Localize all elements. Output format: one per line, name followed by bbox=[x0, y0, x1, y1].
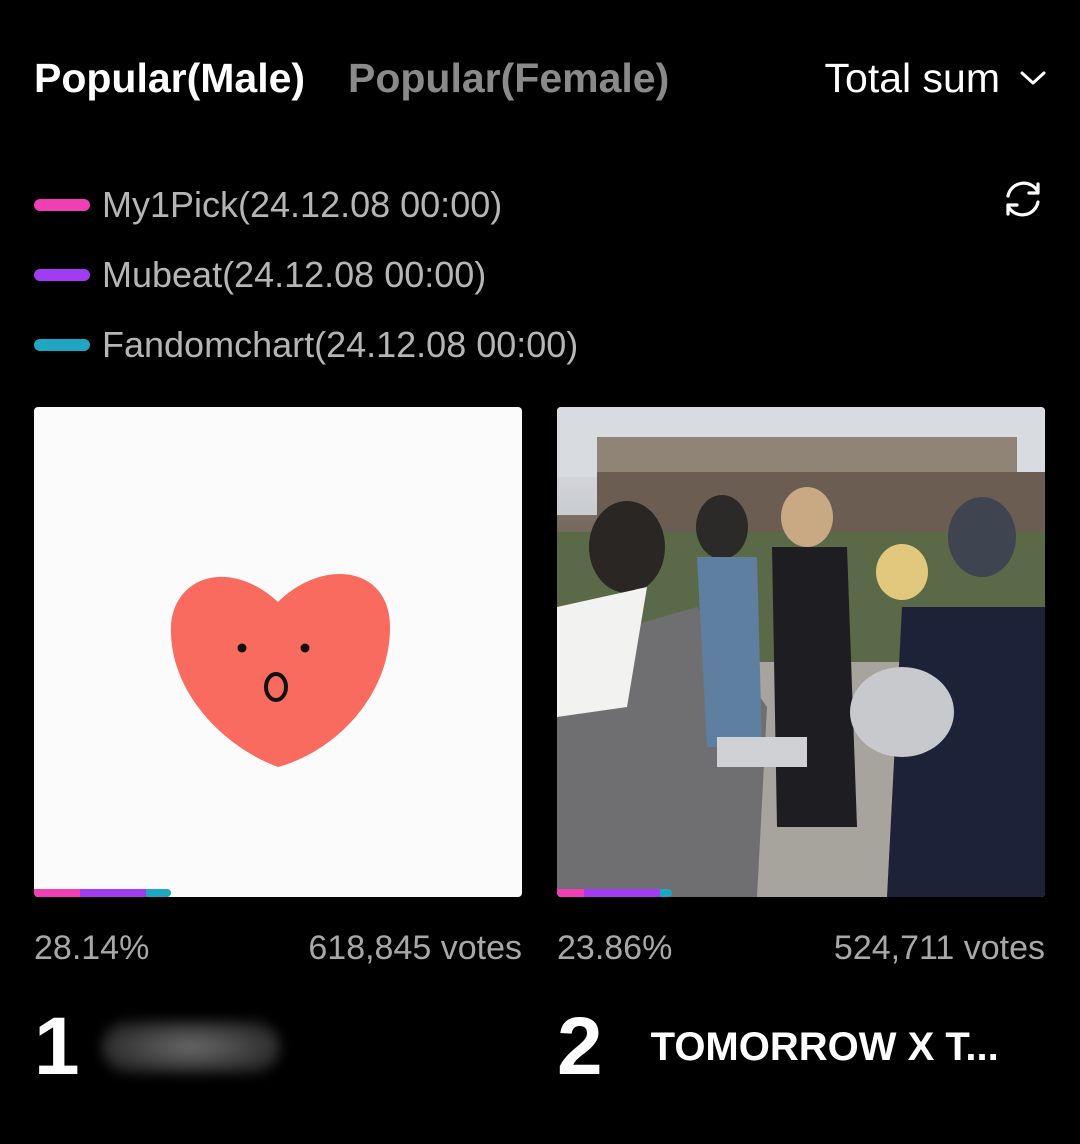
source-legend: My1Pick(24.12.08 00:00) Mubeat(24.12.08 … bbox=[34, 170, 578, 380]
legend-swatch-fandomchart bbox=[34, 339, 90, 351]
artist-image bbox=[557, 407, 1045, 897]
ranking-card-1[interactable]: 28.14% 618,845 votes 1 bbox=[34, 407, 522, 1088]
legend-item-fandomchart: Fandomchart(24.12.08 00:00) bbox=[34, 310, 578, 380]
ranking-card-2[interactable]: 23.86% 524,711 votes 2 TOMORROW X T... bbox=[557, 407, 1045, 1088]
source-share-bar bbox=[34, 889, 171, 897]
rank-number: 2 bbox=[557, 1001, 603, 1092]
legend-swatch-my1pick bbox=[34, 199, 90, 211]
legend-swatch-mubeat bbox=[34, 269, 90, 281]
vote-count: 524,711 votes bbox=[833, 929, 1045, 967]
sort-dropdown[interactable]: Total sum bbox=[825, 52, 1046, 104]
legend-item-mubeat: Mubeat(24.12.08 00:00) bbox=[34, 240, 578, 310]
legend-label: Fandomchart(24.12.08 00:00) bbox=[102, 324, 579, 365]
tab-popular-male[interactable]: Popular(Male) bbox=[34, 52, 305, 104]
vote-count: 618,845 votes bbox=[308, 929, 522, 967]
legend-label: Mubeat(24.12.08 00:00) bbox=[102, 254, 487, 295]
tab-bar: Popular(Male) Popular(Female) Total sum bbox=[34, 52, 1046, 108]
blurred-artist-name bbox=[101, 1021, 280, 1073]
share-segment-my1pick bbox=[34, 889, 80, 897]
legend-item-my1pick: My1Pick(24.12.08 00:00) bbox=[34, 170, 578, 240]
heart-character-illustration bbox=[170, 574, 390, 767]
group-photo bbox=[557, 407, 1045, 897]
artist-name: TOMORROW X T... bbox=[650, 1024, 999, 1069]
share-segment-mubeat bbox=[584, 889, 660, 897]
source-share-bar bbox=[557, 889, 672, 897]
share-segment-fandomchart bbox=[146, 889, 171, 897]
share-segment-mubeat bbox=[80, 889, 146, 897]
vote-percent: 23.86% bbox=[557, 929, 673, 967]
vote-percent: 28.14% bbox=[34, 929, 150, 967]
legend-label: My1Pick(24.12.08 00:00) bbox=[102, 184, 503, 225]
refresh-icon[interactable] bbox=[1000, 176, 1046, 222]
artist-image bbox=[34, 407, 522, 897]
chevron-down-icon bbox=[1020, 71, 1046, 85]
rank-number: 1 bbox=[34, 1001, 80, 1092]
sort-label: Total sum bbox=[824, 55, 1000, 101]
share-segment-my1pick bbox=[557, 889, 584, 897]
tab-popular-female[interactable]: Popular(Female) bbox=[348, 52, 669, 104]
share-segment-fandomchart bbox=[660, 889, 672, 897]
